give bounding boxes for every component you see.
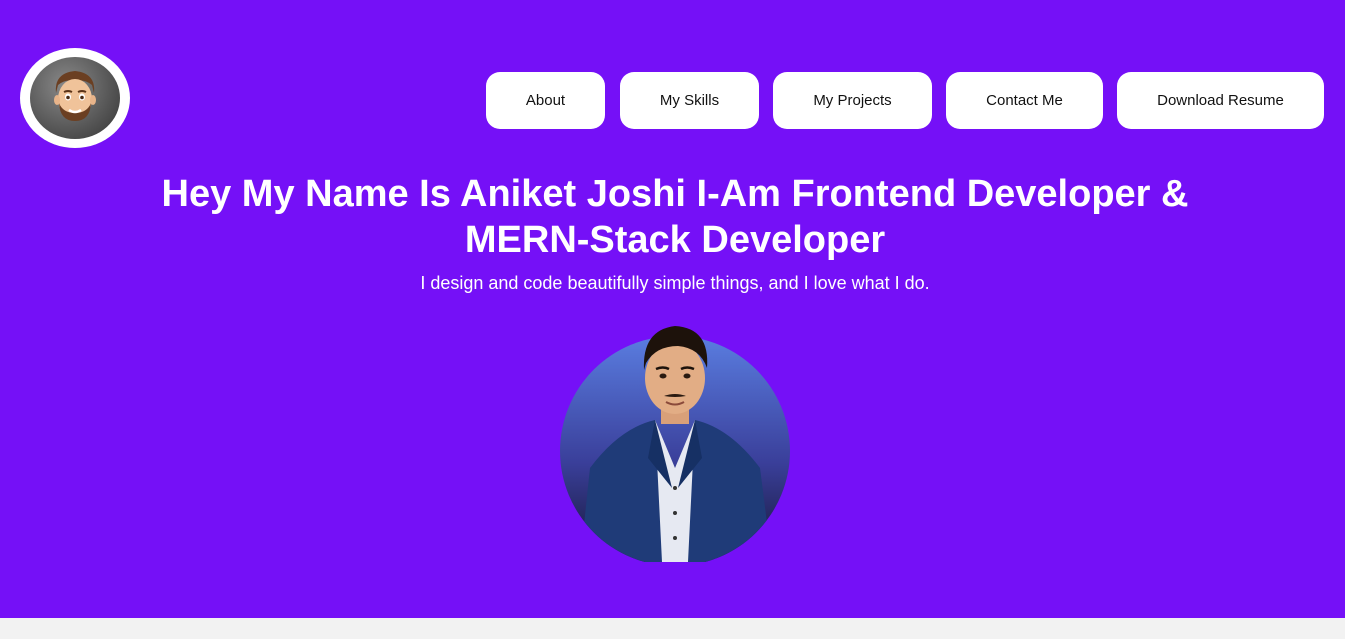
nav-about-button[interactable]: About [486, 72, 605, 129]
nav-projects-button[interactable]: My Projects [773, 72, 932, 129]
nav-skills-label: My Skills [659, 92, 720, 109]
memoji-avatar-icon [30, 57, 120, 139]
nav-about-label: About [525, 92, 566, 109]
nav-contact-label: Contact Me [986, 92, 1063, 109]
hero-headline: Hey My Name Is Aniket Joshi I-Am Fronten… [100, 171, 1250, 263]
download-resume-button[interactable]: Download Resume [1117, 72, 1324, 129]
logo-avatar[interactable] [20, 48, 130, 148]
profile-photo [560, 318, 791, 566]
headline-line-1: Hey My Name Is Aniket Joshi I-Am Fronten… [161, 173, 1189, 215]
nav-skills-button[interactable]: My Skills [620, 72, 759, 129]
nav-contact-button[interactable]: Contact Me [946, 72, 1103, 129]
download-resume-label: Download Resume [1157, 92, 1284, 109]
hero-section: About My Skills My Projects Contact Me D… [0, 0, 1345, 618]
headline-line-2: MERN-Stack Developer [464, 219, 886, 261]
hero-tagline: I design and code beautifully simple thi… [420, 273, 930, 293]
nav-projects-label: My Projects [813, 92, 892, 109]
